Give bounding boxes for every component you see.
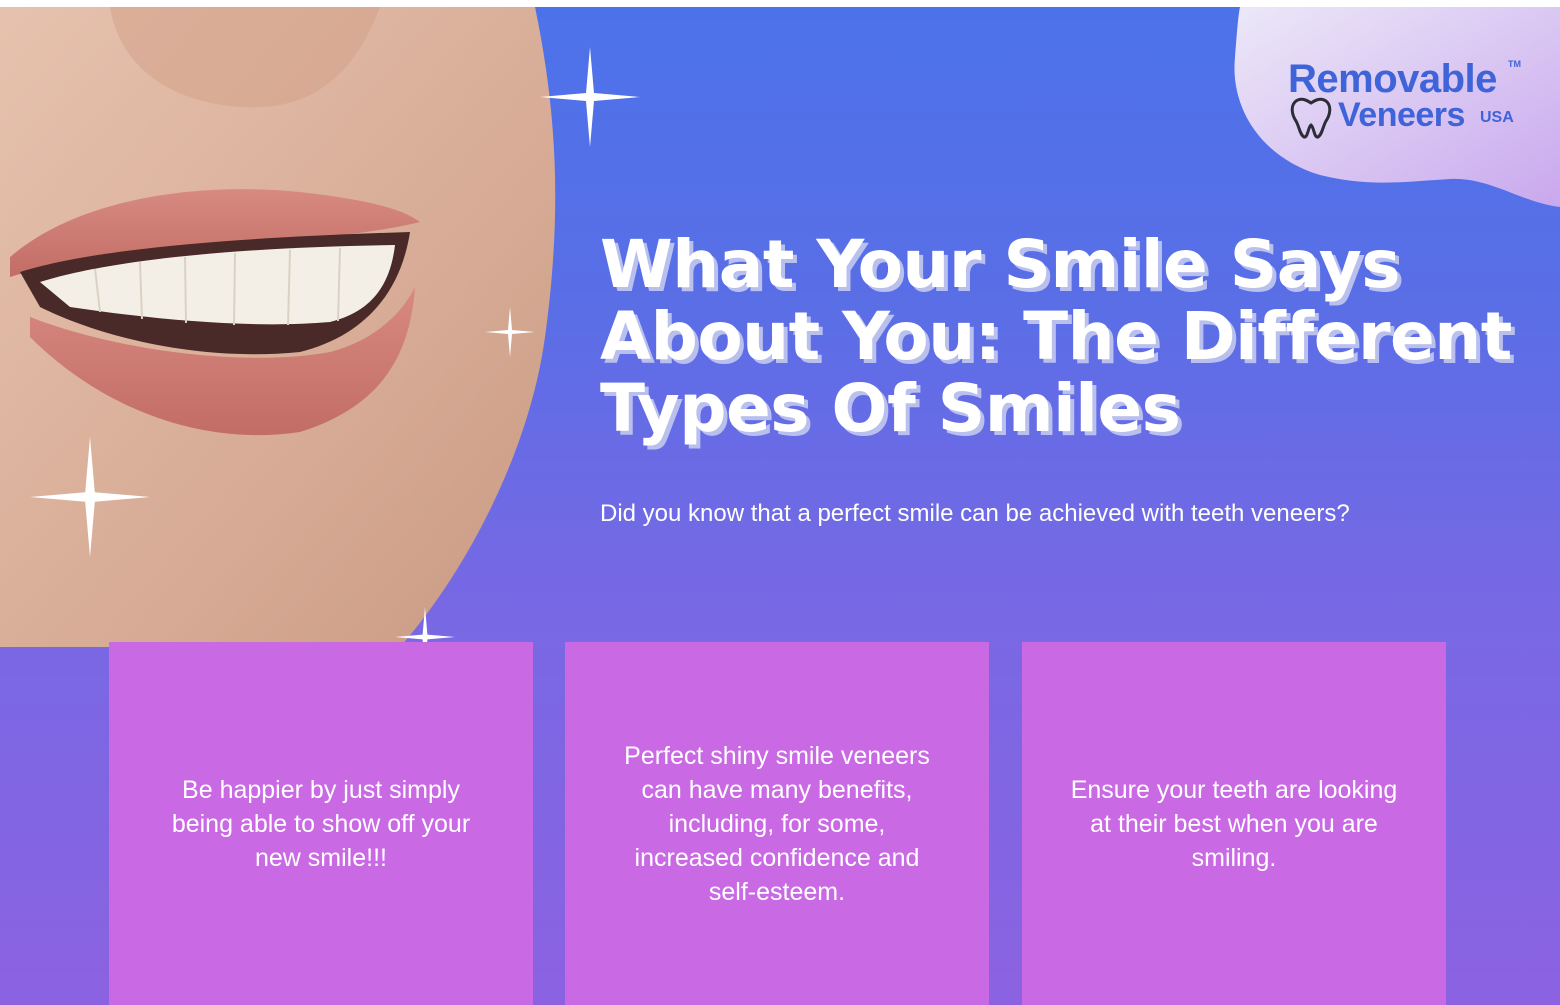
logo-trademark: TM [1508,59,1521,69]
info-card-text: Be happier by just simply being able to … [171,775,471,872]
tooth-icon [1290,97,1332,139]
info-card-text: Perfect shiny smile veneers can have man… [624,741,930,906]
info-card: Ensure your teeth are looking at their b… [1022,642,1446,1005]
brand-logo: Removable TM Veneers USA [1288,57,1528,147]
logo-text-usa: USA [1480,109,1514,126]
sparkle-icon [540,47,640,147]
info-card-text: Ensure your teeth are looking at their b… [1070,775,1398,872]
info-card: Perfect shiny smile veneers can have man… [565,642,989,1005]
page-title: What Your Smile Says About You: The Diff… [600,226,1512,447]
sparkle-icon [485,307,535,357]
logo-text-veneers: Veneers [1338,96,1465,134]
sparkle-icon [30,437,150,557]
intro-text: Did you know that a perfect smile can be… [600,500,1350,527]
info-card: Be happier by just simply being able to … [109,642,533,1005]
infographic-canvas: Removable TM Veneers USA What Your Smile… [0,7,1560,1005]
